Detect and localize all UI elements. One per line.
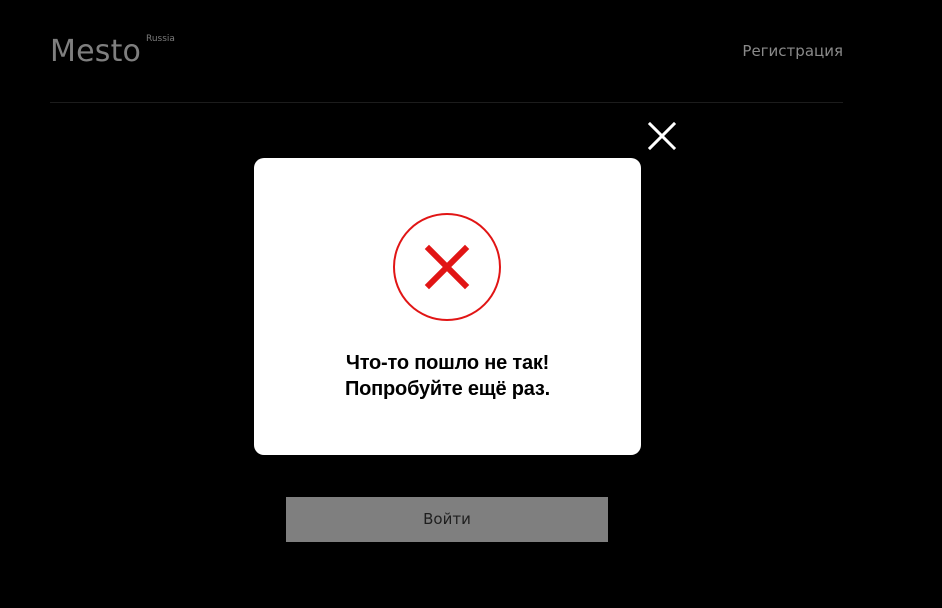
error-message-line-2: Попробуйте ещё раз. [344,378,551,400]
error-popup: Что-то пошло не так! Попробуйте ещё раз. [254,158,641,455]
mesto-logo: Mesto [50,34,142,69]
error-message: Что-то пошло не так! Попробуйте ещё раз. [274,350,621,402]
error-x-circle-icon [392,212,502,322]
logo-region-label: Russia [146,34,175,44]
register-link[interactable]: Регистрация [742,42,843,60]
site-header: Mesto Russia Регистрация [50,0,843,103]
auth-page: Mesto Russia Регистрация Войти Что-то по… [0,0,942,608]
login-button[interactable]: Войти [286,497,608,542]
close-icon[interactable] [646,120,678,152]
error-message-line-1: Что-то пошло не так! [345,352,550,374]
